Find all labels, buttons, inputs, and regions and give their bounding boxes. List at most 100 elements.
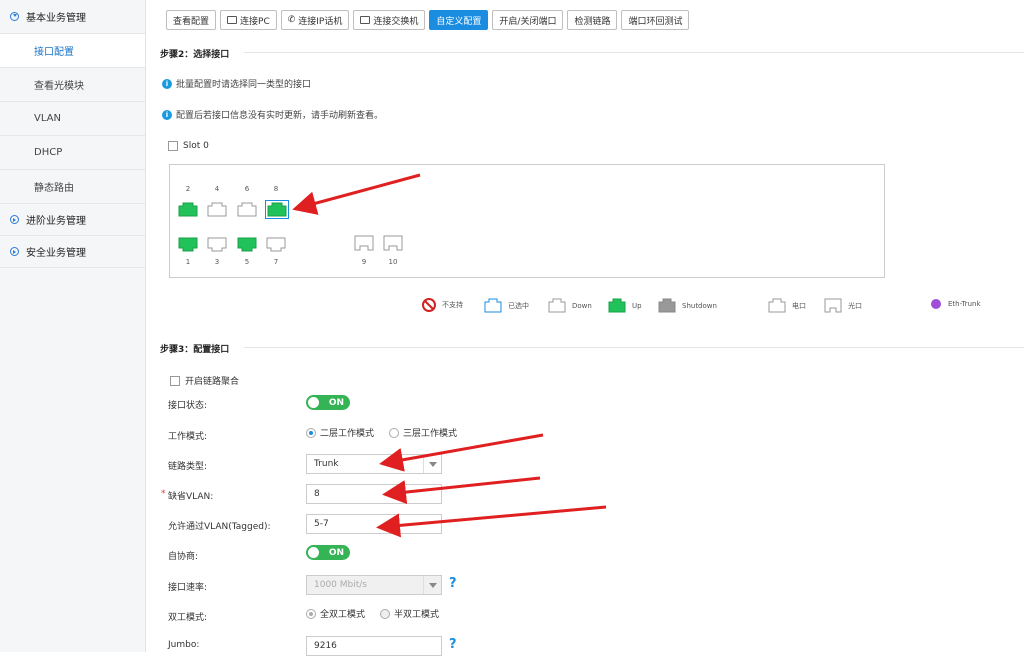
sidebar-item-dhcp[interactable]: DHCP: [0, 136, 145, 170]
tab-bar: 查看配置 连接PC ✆ 连接IP话机 连接交换机 自定义配置 开启/关闭端口 检测…: [166, 10, 690, 30]
legend-label: Eth-Trunk: [948, 300, 981, 308]
tab-view-config[interactable]: 查看配置: [166, 10, 217, 30]
jumbo-label: Jumbo:: [168, 640, 200, 650]
port-up-icon: [608, 298, 626, 313]
port-status-label: 接口状态:: [168, 401, 208, 411]
port-6-down[interactable]: [237, 202, 257, 217]
legend-label: 光口: [848, 302, 862, 310]
tab-label: 自定义配置: [436, 16, 482, 27]
duplex-full-radio[interactable]: [306, 608, 316, 619]
tab-label: 开启/关闭端口: [499, 16, 557, 27]
tab-label: 端口环回测试: [628, 16, 683, 27]
slot-checkbox[interactable]: [168, 141, 178, 151]
work-mode-label: 工作模式:: [168, 432, 208, 442]
sidebar-group-label: 进阶业务管理: [26, 216, 86, 227]
tab-toggle-port[interactable]: 开启/关闭端口: [492, 10, 564, 30]
phone-icon: ✆: [287, 15, 296, 25]
tab-custom-config[interactable]: 自定义配置: [429, 10, 489, 30]
required-mark: *: [161, 489, 166, 499]
sidebar-item-static-route[interactable]: 静态路由: [0, 170, 145, 204]
speed-select[interactable]: 1000 Mbit/s: [306, 575, 442, 595]
step2-title: 步骤2：选择接口: [160, 50, 230, 60]
tab-loopback-test[interactable]: 端口环回测试: [621, 10, 690, 30]
link-type-select[interactable]: Trunk: [306, 454, 442, 474]
port-3-down[interactable]: [207, 237, 227, 252]
port-number: 5: [244, 258, 250, 266]
sidebar-group-label: 基本业务管理: [26, 13, 86, 24]
sidebar-group-basic[interactable]: 基本业务管理: [0, 0, 145, 34]
forbidden-icon: [422, 298, 436, 312]
link-type-label: 链路类型:: [168, 462, 208, 472]
port-7-down[interactable]: [266, 237, 286, 252]
legend-label: 电口: [792, 301, 806, 310]
port-8-selected[interactable]: [265, 200, 289, 219]
sidebar-group-label: 安全业务管理: [26, 248, 86, 259]
switch-icon: [360, 16, 371, 24]
tab-label: 连接交换机: [373, 16, 419, 27]
default-vlan-input[interactable]: 8: [306, 484, 442, 504]
chevron-down-icon[interactable]: [423, 576, 441, 594]
port-selected-icon: [484, 298, 502, 313]
sidebar: 基本业务管理 接口配置 查看光模块 VLAN DHCP 静态路由 进阶业务管理 …: [0, 0, 146, 652]
help-icon[interactable]: ?: [449, 637, 457, 652]
port-number: 10: [388, 258, 398, 266]
tab-label: 连接PC: [240, 16, 270, 27]
port-number: 7: [273, 258, 279, 266]
chevron-down-icon: [10, 12, 19, 21]
optical-port-icon: [824, 298, 842, 313]
sidebar-group-security[interactable]: 安全业务管理: [0, 236, 145, 268]
legend-label: Shutdown: [682, 301, 717, 310]
monitor-icon: [227, 16, 238, 24]
port-1-up[interactable]: [178, 237, 198, 252]
select-value: 1000 Mbit/s: [314, 580, 367, 590]
tab-connect-pc[interactable]: 连接PC: [220, 10, 277, 30]
link-agg-checkbox-row[interactable]: 开启链路聚合: [170, 374, 239, 387]
autoneg-toggle[interactable]: ON: [306, 545, 350, 560]
legend-label: Down: [572, 301, 592, 310]
legend-optical: 光口: [824, 298, 862, 314]
port-number: 9: [361, 258, 367, 266]
tab-check-link[interactable]: 检测链路: [567, 10, 618, 30]
port-status-toggle[interactable]: ON: [306, 395, 350, 410]
legend-selected: 已选中: [484, 298, 529, 313]
link-agg-checkbox[interactable]: [170, 375, 180, 386]
slot-checkbox-row[interactable]: Slot 0: [168, 141, 209, 151]
step3-title: 步骤3：配置接口: [160, 345, 230, 355]
sidebar-item-vlan[interactable]: VLAN: [0, 102, 145, 136]
tab-connect-ip-phone[interactable]: ✆ 连接IP话机: [280, 10, 350, 30]
divider: [244, 52, 1024, 53]
toggle-text: ON: [328, 397, 344, 408]
speed-label: 接口速率:: [168, 583, 208, 593]
link-agg-label: 开启链路聚合: [185, 377, 240, 387]
port-2-up[interactable]: [178, 202, 198, 217]
legend-electrical: 电口: [768, 298, 806, 313]
tab-label: 查看配置: [173, 16, 210, 27]
chevron-down-icon[interactable]: [423, 455, 441, 473]
radio-label: 二层工作模式: [320, 429, 375, 439]
work-mode-l3-radio[interactable]: [389, 427, 400, 438]
autoneg-label: 自协商:: [168, 552, 199, 562]
sidebar-item-port-config[interactable]: 接口配置: [0, 34, 145, 68]
radio-label: 半双工模式: [394, 610, 440, 620]
port-4-down[interactable]: [207, 202, 227, 217]
help-icon[interactable]: ?: [449, 576, 457, 591]
tab-connect-switch[interactable]: 连接交换机: [353, 10, 426, 30]
input-value: 8: [314, 489, 320, 499]
port-shutdown-icon: [658, 298, 676, 313]
port-5-up[interactable]: [237, 237, 257, 252]
radio-label: 三层工作模式: [403, 429, 458, 439]
duplex-half-radio[interactable]: [380, 608, 391, 619]
toggle-text: ON: [328, 547, 344, 558]
info-batch: i 批量配置时请选择同一类型的接口: [162, 77, 311, 90]
jumbo-input[interactable]: 9216: [306, 636, 442, 656]
port-10-optical[interactable]: [383, 235, 403, 253]
sidebar-item-optical-module[interactable]: 查看光模块: [0, 68, 145, 102]
port-9-optical[interactable]: [354, 235, 374, 253]
sidebar-group-advanced[interactable]: 进阶业务管理: [0, 204, 145, 236]
allowed-vlan-input[interactable]: 5-7: [306, 514, 442, 534]
duplex-label: 双工模式:: [168, 613, 208, 623]
legend-shutdown: Shutdown: [658, 298, 717, 313]
eth-trunk-dot-icon: [931, 299, 941, 309]
work-mode-l2-radio[interactable]: [306, 427, 316, 438]
annotation-arrows: [292, 173, 607, 538]
